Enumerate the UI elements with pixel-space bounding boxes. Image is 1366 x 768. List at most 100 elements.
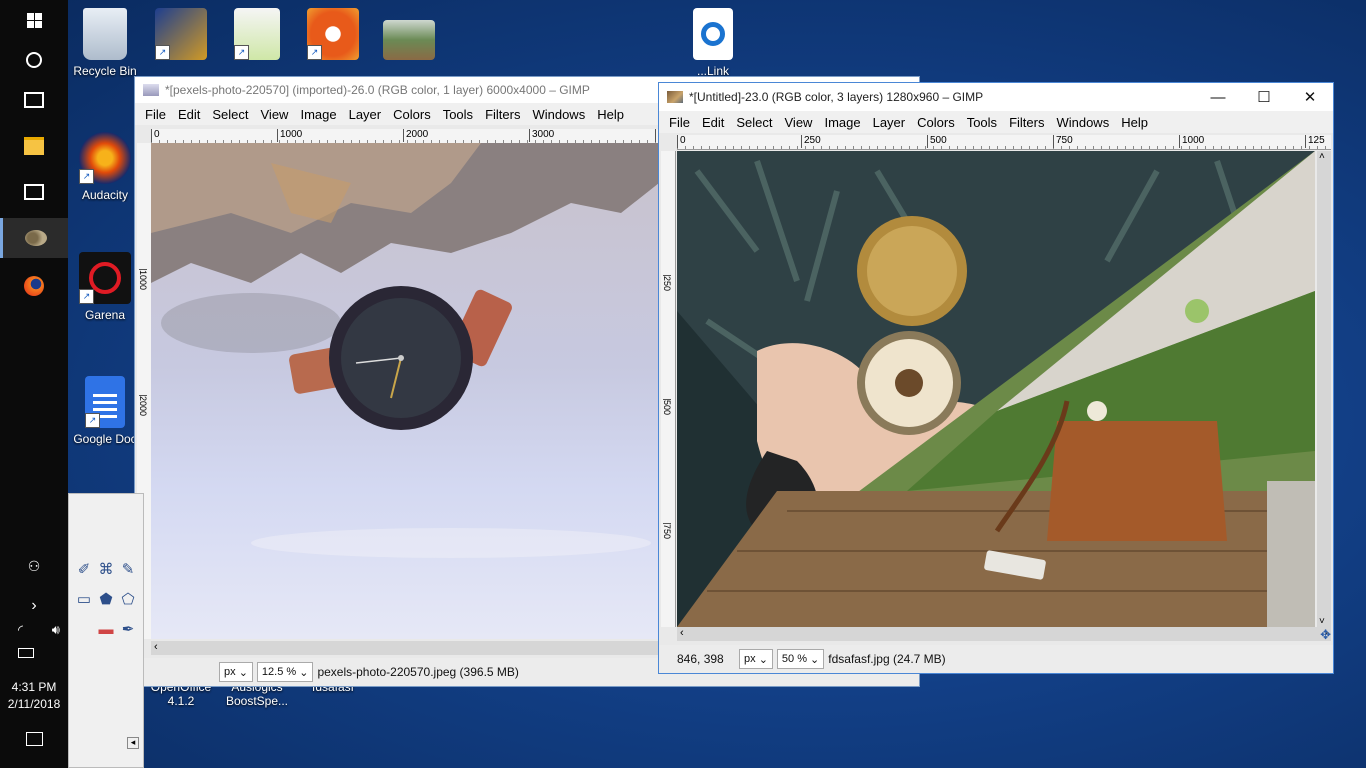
menu-tools[interactable]: Tools	[437, 107, 479, 122]
menu-select[interactable]: Select	[730, 115, 778, 130]
desktop-icon-edge[interactable]: ...Link	[678, 8, 748, 78]
scroll-up-icon[interactable]: ˄	[1319, 151, 1325, 162]
file-explorer-icon	[24, 137, 44, 155]
windows-start-icon	[26, 12, 42, 28]
ruler-tick: 0	[677, 135, 686, 148]
scroll-left-icon[interactable]: ‹	[680, 627, 684, 639]
horizontal-ruler[interactable]: 0 1000 2000 3000 4	[151, 129, 671, 144]
people-icon: ⚇	[27, 557, 41, 574]
menu-layer[interactable]: Layer	[867, 115, 912, 130]
fuzzy-select-tool-icon[interactable]: ⌘	[95, 558, 117, 580]
horizontal-ruler[interactable]: 0 250 500 750 1000 125	[677, 135, 1331, 150]
menu-tools[interactable]: Tools	[961, 115, 1003, 130]
menu-file[interactable]: File	[663, 115, 696, 130]
audacity-icon: ↗	[79, 132, 131, 184]
menu-filters[interactable]: Filters	[1003, 115, 1050, 130]
ruler-tick: 500	[927, 135, 947, 148]
image-canvas-composite[interactable]	[677, 151, 1315, 627]
desktop-icon-image[interactable]	[374, 8, 444, 64]
ruler-tick: 2000	[403, 129, 428, 142]
desktop-icon-google-docs[interactable]: ↗ Google Doc	[70, 376, 140, 446]
horizontal-scrollbar[interactable]: ‹ ›	[677, 627, 1331, 641]
chevron-icon: ›	[31, 597, 37, 614]
start-button[interactable]	[0, 0, 68, 40]
menu-file[interactable]: File	[139, 107, 172, 122]
composite-photo	[677, 151, 1315, 627]
volume-icon: 🔊︎	[51, 622, 60, 637]
file-explorer-button[interactable]	[0, 126, 68, 166]
toolbox-menu-icon[interactable]: ◂	[127, 737, 139, 749]
color-picker-tool-icon[interactable]: ✎	[117, 558, 139, 580]
desktop-icon-garena[interactable]: ↗ Garena	[70, 252, 140, 322]
desktop-icon-gwa[interactable]: ↗	[222, 8, 292, 64]
ruler-tick: 1000	[138, 269, 148, 291]
photos-button[interactable]	[0, 172, 68, 212]
flip-tool-icon[interactable]: ⬠	[117, 588, 139, 610]
menu-colors[interactable]: Colors	[911, 115, 961, 130]
zoom-select[interactable]: 50 % ⌄	[776, 649, 825, 669]
menu-edit[interactable]: Edit	[696, 115, 730, 130]
navigate-icon[interactable]: ✥	[1320, 627, 1331, 643]
paths-tool-icon[interactable]: ✐	[73, 558, 95, 580]
pointer-coordinates: 846, 398	[677, 652, 724, 666]
battery-button[interactable]	[0, 640, 86, 666]
ruler-tick: 750	[1053, 135, 1073, 148]
status-bar: 846, 398 px ⌄ 50 % ⌄ fdsafasf.jpg (24.7 …	[659, 645, 1333, 673]
perspective-tool-icon[interactable]: ⬟	[95, 588, 117, 610]
menu-select[interactable]: Select	[206, 107, 254, 122]
close-button[interactable]: ✕	[1287, 83, 1333, 111]
unit-select[interactable]: px ⌄	[219, 662, 253, 682]
desktop-icon-audacity[interactable]: ↗ Audacity	[70, 132, 140, 202]
menu-colors[interactable]: Colors	[387, 107, 437, 122]
ruler-tick: 2000	[138, 395, 148, 417]
menu-image[interactable]: Image	[294, 107, 342, 122]
maximize-button[interactable]: ☐	[1241, 83, 1287, 111]
file-info: fdsafasf.jpg (24.7 MB)	[828, 652, 946, 666]
menu-view[interactable]: View	[779, 115, 819, 130]
zoom-select[interactable]: 12.5 % ⌄	[256, 662, 314, 682]
menu-windows[interactable]: Windows	[1050, 115, 1115, 130]
vertical-ruler[interactable]: 250 500 750	[661, 151, 676, 627]
people-button[interactable]: ⚇	[0, 552, 68, 580]
airbrush-tool-icon[interactable]: ✒	[117, 618, 139, 640]
horizontal-scrollbar[interactable]: ‹	[151, 641, 659, 655]
task-view-button[interactable]	[0, 80, 68, 120]
taskbar: ⚇ › ◜ 🔊︎ 4:31 PM 2/11/2018	[0, 0, 68, 768]
battery-icon	[18, 648, 34, 658]
unit-select[interactable]: px ⌄	[739, 649, 773, 669]
gimp-window-untitled[interactable]: *[Untitled]-23.0 (RGB color, 3 layers) 1…	[658, 82, 1334, 674]
eraser-tool-icon[interactable]: ▬	[95, 618, 117, 640]
garena-icon: ↗	[79, 252, 131, 304]
shortcut-arrow-icon: ↗	[79, 289, 94, 304]
gimp-button[interactable]	[0, 218, 68, 258]
menu-filters[interactable]: Filters	[479, 107, 526, 122]
action-center-button[interactable]	[0, 720, 68, 758]
menu-windows[interactable]: Windows	[526, 107, 591, 122]
clock-date[interactable]: 2/11/2018	[0, 697, 68, 711]
minimize-button[interactable]: —	[1195, 83, 1241, 111]
window-titlebar[interactable]: *[Untitled]-23.0 (RGB color, 3 layers) 1…	[659, 83, 1333, 111]
menu-layer[interactable]: Layer	[343, 107, 388, 122]
cortana-icon	[26, 52, 42, 68]
menu-image[interactable]: Image	[818, 115, 866, 130]
scroll-left-icon[interactable]: ‹	[154, 641, 158, 653]
shortcut-arrow-icon: ↗	[234, 45, 249, 60]
menu-help[interactable]: Help	[591, 107, 630, 122]
move-tool-icon[interactable]: ▭	[73, 588, 95, 610]
menu-help[interactable]: Help	[1115, 115, 1154, 130]
clock-time[interactable]: 4:31 PM	[0, 680, 68, 694]
ruler-tick: 750	[662, 523, 672, 540]
vertical-scrollbar[interactable]: ˄ ˅	[1317, 151, 1331, 627]
desktop-icon-auslogics[interactable]: ↗	[298, 8, 368, 64]
window-title: *[Untitled]-23.0 (RGB color, 3 layers) 1…	[689, 90, 984, 104]
cortana-button[interactable]	[0, 40, 68, 80]
desktop-icon-recycle-bin[interactable]: Recycle Bin	[70, 8, 140, 78]
ruler-tick: 0	[151, 129, 160, 142]
scroll-down-icon[interactable]: ˅	[1319, 616, 1325, 627]
shortcut-arrow-icon: ↗	[79, 169, 94, 184]
firefox-button[interactable]	[0, 266, 68, 306]
menu-edit[interactable]: Edit	[172, 107, 206, 122]
desktop-icon-movie-maker[interactable]: ↗	[146, 8, 216, 64]
menu-view[interactable]: View	[255, 107, 295, 122]
image-canvas-watch[interactable]	[151, 143, 659, 639]
